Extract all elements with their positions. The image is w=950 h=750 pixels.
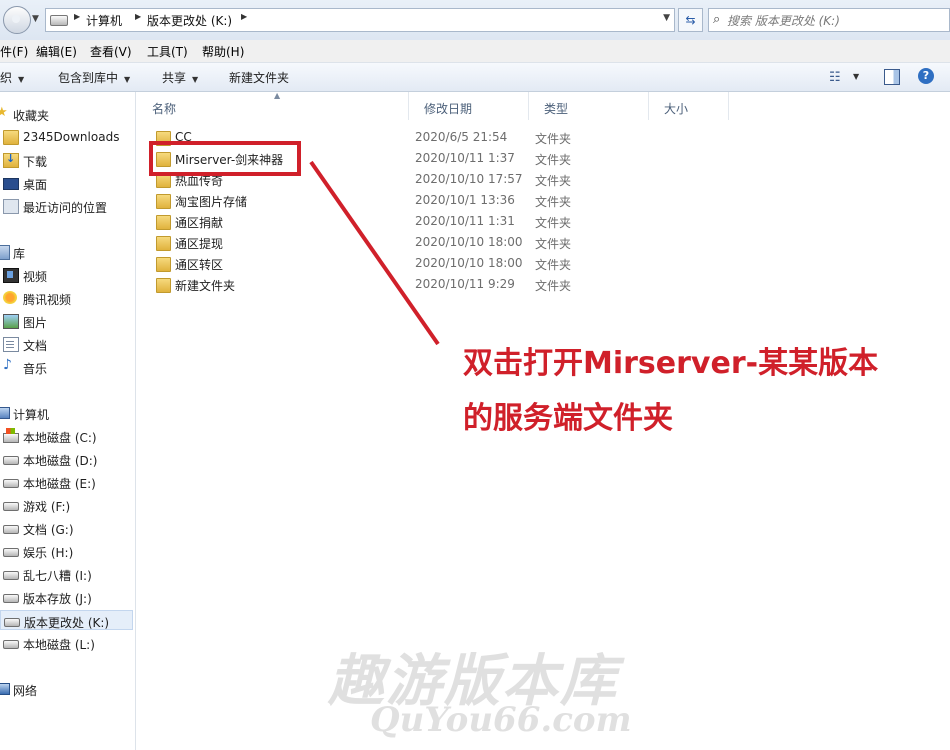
watermark-logo-en: QuYou66.com bbox=[370, 700, 632, 740]
arrow-line bbox=[309, 160, 440, 346]
annotation-line-2: 的服务端文件夹 bbox=[463, 401, 673, 436]
annotation-text: 双击打开Mirserver-某某版本 的服务端文件夹 bbox=[463, 336, 878, 446]
annotation-line-1: 双击打开Mirserver-某某版本 bbox=[463, 346, 879, 381]
